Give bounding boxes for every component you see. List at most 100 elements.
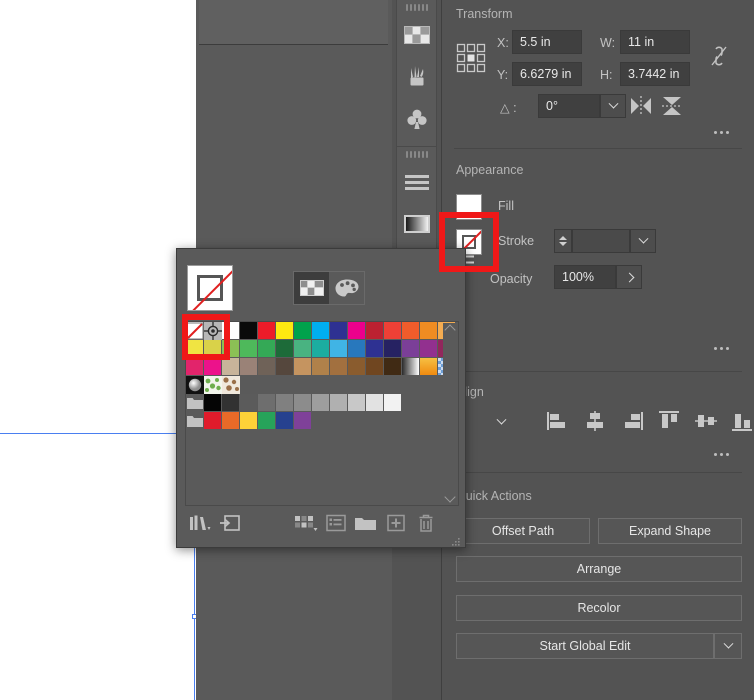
swatch-color[interactable] <box>222 340 240 358</box>
angle-input[interactable]: 0° <box>538 94 600 118</box>
swatch-options-icon[interactable] <box>321 510 351 536</box>
swatch-color[interactable] <box>222 412 240 430</box>
swatch-color[interactable] <box>366 394 384 412</box>
swatch-color[interactable] <box>312 340 330 358</box>
swatch-color[interactable] <box>294 358 312 376</box>
swatch-color[interactable] <box>348 394 366 412</box>
arrange-button[interactable]: Arrange <box>456 556 742 582</box>
swatch-color[interactable] <box>276 412 294 430</box>
swatch-color[interactable] <box>366 358 384 376</box>
swatch-color[interactable] <box>348 358 366 376</box>
swatch-color[interactable] <box>330 340 348 358</box>
align-horizontal-center-icon[interactable] <box>583 410 607 432</box>
appearance-more-options-dots[interactable] <box>714 347 729 350</box>
swatch-libraries-menu-icon[interactable] <box>185 510 215 536</box>
swatch-color[interactable] <box>312 394 330 412</box>
swatch-none[interactable] <box>186 322 204 340</box>
swatch-color[interactable] <box>294 412 312 430</box>
gradient-icon[interactable] <box>397 203 436 245</box>
new-color-group-icon[interactable] <box>351 510 381 536</box>
swatch-color[interactable] <box>276 358 294 376</box>
swatch-color[interactable] <box>384 394 402 412</box>
swatch-color[interactable] <box>222 358 240 376</box>
swatch-color[interactable] <box>294 340 312 358</box>
color-mixer-mode-button[interactable] <box>329 272 364 304</box>
fill-color-swatch[interactable] <box>456 194 482 220</box>
swatch-color[interactable] <box>420 340 438 358</box>
swatch-pattern-sphere[interactable] <box>186 376 204 394</box>
swatch-color[interactable] <box>312 358 330 376</box>
scroll-down-chevron[interactable] <box>444 491 456 503</box>
opacity-input[interactable]: 100% <box>554 265 616 289</box>
swatches-icon[interactable] <box>397 14 436 56</box>
flip-horizontal-icon[interactable] <box>628 94 654 121</box>
swatch-registration[interactable] <box>204 322 222 340</box>
expand-shape-button[interactable]: Expand Shape <box>598 518 742 544</box>
swatch-color[interactable] <box>384 358 402 376</box>
align-right-icon[interactable] <box>620 410 644 432</box>
swatch-color[interactable] <box>240 322 258 340</box>
new-swatch-icon[interactable] <box>381 510 411 536</box>
add-to-library-icon[interactable] <box>215 510 245 536</box>
dock-grip[interactable] <box>397 0 436 14</box>
document-canvas[interactable] <box>0 0 197 700</box>
swatch-color[interactable] <box>330 394 348 412</box>
swatch-color[interactable] <box>186 340 204 358</box>
swatch-color[interactable] <box>258 322 276 340</box>
swatch-color[interactable] <box>348 340 366 358</box>
transform-more-options-dots[interactable] <box>714 131 729 134</box>
swatch-color[interactable] <box>186 358 204 376</box>
swatch-color[interactable] <box>330 358 348 376</box>
delete-swatch-icon[interactable] <box>411 510 441 536</box>
swatch-color[interactable] <box>240 394 258 412</box>
swatch-color[interactable] <box>366 340 384 358</box>
swatches-mode-button[interactable] <box>294 272 329 304</box>
active-color-preview[interactable] <box>187 265 233 311</box>
swatch-color[interactable] <box>402 340 420 358</box>
swatch-color[interactable] <box>204 358 222 376</box>
swatch-color[interactable] <box>240 340 258 358</box>
swatch-gradient-gray[interactable] <box>402 358 420 376</box>
swatches-scrollbar[interactable] <box>443 323 457 504</box>
offset-path-button[interactable]: Offset Path <box>456 518 590 544</box>
stroke-weight-dropdown-button[interactable] <box>630 229 656 253</box>
swatch-color[interactable] <box>276 340 294 358</box>
align-left-icon[interactable] <box>546 410 570 432</box>
brushes-icon[interactable] <box>397 56 436 98</box>
swatch-color[interactable] <box>258 358 276 376</box>
swatch-color[interactable] <box>258 340 276 358</box>
stroke-weight-stepper[interactable] <box>554 229 572 253</box>
flip-vertical-icon[interactable] <box>659 94 685 121</box>
height-input[interactable]: 3.7442 in <box>620 62 690 86</box>
swatch-color[interactable] <box>294 394 312 412</box>
opacity-options-button[interactable] <box>616 265 642 289</box>
swatch-color[interactable] <box>366 322 384 340</box>
swatch-color[interactable] <box>294 322 312 340</box>
resize-grip[interactable] <box>451 534 461 546</box>
paragraph-styles-icon[interactable] <box>397 161 436 203</box>
swatch-color[interactable] <box>384 340 402 358</box>
swatch-color[interactable] <box>384 322 402 340</box>
swatches-grid[interactable] <box>185 321 459 506</box>
swatch-color[interactable] <box>204 394 222 412</box>
swatch-color[interactable] <box>276 322 294 340</box>
swatch-color[interactable] <box>312 322 330 340</box>
swatch-color[interactable] <box>348 322 366 340</box>
reference-point-grid[interactable] <box>456 43 486 76</box>
global-edit-options-button[interactable] <box>714 633 742 659</box>
dock-grip[interactable] <box>397 147 436 161</box>
align-more-options-dots[interactable] <box>714 453 729 456</box>
swatches-popup-panel[interactable] <box>176 248 466 548</box>
swatch-pattern-camo[interactable] <box>222 376 240 394</box>
recolor-button[interactable]: Recolor <box>456 595 742 621</box>
broken-link-icon[interactable] <box>709 44 729 71</box>
x-input[interactable]: 5.5 in <box>512 30 582 54</box>
swatch-color[interactable] <box>330 322 348 340</box>
align-top-icon[interactable] <box>657 410 681 432</box>
swatch-color[interactable] <box>258 394 276 412</box>
swatch-color[interactable] <box>240 358 258 376</box>
swatch-color-group-folder[interactable] <box>186 412 204 430</box>
swatch-gradient-orange[interactable] <box>420 358 438 376</box>
swatch-color-group-folder[interactable] <box>186 394 204 412</box>
swatch-color[interactable] <box>258 412 276 430</box>
